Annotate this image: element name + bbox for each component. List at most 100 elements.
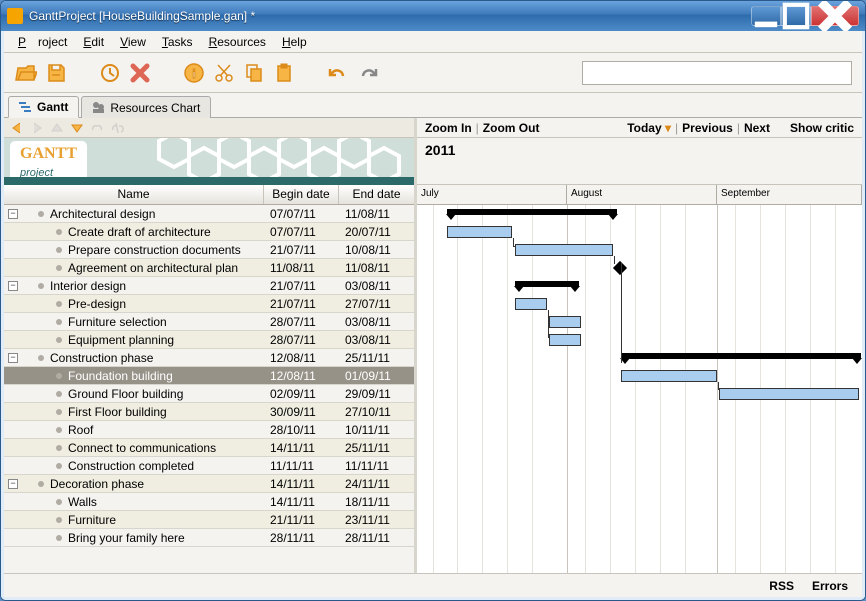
table-row[interactable]: Construction completed11/11/1111/11/11: [4, 457, 414, 475]
task-bar[interactable]: [549, 334, 581, 346]
nav-fwd-icon[interactable]: [30, 121, 44, 135]
collapse-toggle[interactable]: −: [8, 479, 18, 489]
end-date: 03/08/11: [339, 333, 414, 347]
table-row[interactable]: Prepare construction documents21/07/1110…: [4, 241, 414, 259]
nav-up-icon[interactable]: [50, 121, 64, 135]
close-button[interactable]: [811, 6, 859, 26]
save-button[interactable]: [44, 61, 68, 85]
bullet-icon: [38, 283, 44, 289]
task-name: Prepare construction documents: [68, 243, 241, 257]
delete-button[interactable]: [128, 61, 152, 85]
task-bar[interactable]: [515, 244, 613, 256]
end-date: 10/11/11: [339, 423, 414, 437]
table-row[interactable]: Bring your family here28/11/1128/11/11: [4, 529, 414, 547]
status-rss[interactable]: RSS: [769, 579, 794, 593]
table-row[interactable]: Ground Floor building02/09/1129/09/11: [4, 385, 414, 403]
bullet-icon: [56, 301, 62, 307]
table-row[interactable]: −Interior design21/07/1103/08/11: [4, 277, 414, 295]
menu-view[interactable]: View: [114, 33, 152, 51]
bullet-icon: [56, 373, 62, 379]
menu-project[interactable]: Project: [12, 33, 73, 51]
redo-button[interactable]: [356, 61, 380, 85]
month-header: July August September: [417, 185, 862, 205]
titlebar[interactable]: GanttProject [HouseBuildingSample.gan] *: [1, 1, 865, 31]
menu-help[interactable]: Help: [276, 33, 313, 51]
tab-resources[interactable]: Resources Chart: [81, 96, 211, 118]
today-button[interactable]: Today: [627, 121, 671, 135]
maximize-button[interactable]: [781, 6, 811, 26]
table-row[interactable]: −Architectural design07/07/1111/08/11: [4, 205, 414, 223]
task-name: First Floor building: [68, 405, 167, 419]
task-bar[interactable]: [719, 388, 859, 400]
task-bar[interactable]: [515, 298, 547, 310]
copy-icon: [243, 62, 265, 84]
undo-icon: [327, 62, 349, 84]
folder-open-icon: [15, 62, 37, 84]
minimize-button[interactable]: [751, 6, 781, 26]
table-row[interactable]: Roof28/10/1110/11/11: [4, 421, 414, 439]
search-input[interactable]: [582, 61, 852, 85]
table-row[interactable]: Foundation building12/08/1101/09/11: [4, 367, 414, 385]
splitter-left-icon[interactable]: [417, 118, 419, 138]
col-begin[interactable]: Begin date: [264, 185, 339, 204]
gantt-chart[interactable]: [417, 205, 862, 573]
summary-bar[interactable]: [515, 281, 579, 287]
table-row[interactable]: Furniture selection28/07/1103/08/11: [4, 313, 414, 331]
task-name: Create draft of architecture: [68, 225, 211, 239]
table-row[interactable]: Walls14/11/1118/11/11: [4, 493, 414, 511]
menu-resources[interactable]: Resources: [203, 33, 272, 51]
task-name: Furniture: [68, 513, 116, 527]
bullet-icon: [56, 427, 62, 433]
next-button[interactable]: Next: [744, 121, 770, 135]
show-critical-button[interactable]: Show critic: [790, 121, 854, 135]
copy-button[interactable]: [242, 61, 266, 85]
zoom-in-button[interactable]: Zoom In: [425, 121, 472, 135]
nav-back-icon[interactable]: [10, 121, 24, 135]
milestone[interactable]: [613, 261, 627, 275]
undo-button[interactable]: [326, 61, 350, 85]
app-icon: [7, 8, 23, 24]
table-row[interactable]: Connect to communications14/11/1125/11/1…: [4, 439, 414, 457]
table-row[interactable]: First Floor building30/09/1127/10/11: [4, 403, 414, 421]
nav-strip: [4, 118, 414, 138]
collapse-toggle[interactable]: −: [8, 281, 18, 291]
table-row[interactable]: Agreement on architectural plan11/08/111…: [4, 259, 414, 277]
zoom-out-button[interactable]: Zoom Out: [483, 121, 540, 135]
unlink-icon[interactable]: [110, 121, 124, 135]
summary-bar[interactable]: [621, 353, 861, 359]
previous-button[interactable]: Previous: [682, 121, 733, 135]
menu-edit[interactable]: Edit: [77, 33, 110, 51]
task-bar[interactable]: [621, 370, 717, 382]
menu-tasks[interactable]: Tasks: [156, 33, 199, 51]
status-errors[interactable]: Errors: [812, 579, 848, 593]
table-row[interactable]: Create draft of architecture07/07/1120/0…: [4, 223, 414, 241]
col-end[interactable]: End date: [339, 185, 414, 204]
open-button[interactable]: [14, 61, 38, 85]
cut-button[interactable]: [212, 61, 236, 85]
table-row[interactable]: −Decoration phase14/11/1124/11/11: [4, 475, 414, 493]
table-row[interactable]: Equipment planning28/07/1103/08/11: [4, 331, 414, 349]
task-name: Agreement on architectural plan: [68, 261, 238, 275]
timeline-panel: Zoom In | Zoom Out Today | Previous | Ne…: [417, 118, 862, 573]
col-name[interactable]: Name: [4, 185, 264, 204]
info-button[interactable]: i: [182, 61, 206, 85]
link-icon[interactable]: [90, 121, 104, 135]
table-body[interactable]: −Architectural design07/07/1111/08/11Cre…: [4, 205, 414, 573]
paste-button[interactable]: [272, 61, 296, 85]
nav-down-icon[interactable]: [70, 121, 84, 135]
tab-gantt[interactable]: Gantt: [8, 96, 79, 118]
task-bar[interactable]: [447, 226, 512, 238]
table-row[interactable]: Furniture21/11/1123/11/11: [4, 511, 414, 529]
summary-bar[interactable]: [447, 209, 617, 215]
month-july: July: [417, 185, 567, 204]
bullet-icon: [56, 445, 62, 451]
history-button[interactable]: [98, 61, 122, 85]
collapse-toggle[interactable]: −: [8, 209, 18, 219]
task-bar[interactable]: [549, 316, 581, 328]
collapse-toggle[interactable]: −: [8, 353, 18, 363]
begin-date: 28/10/11: [264, 423, 339, 437]
end-date: 18/11/11: [339, 495, 414, 509]
table-row[interactable]: −Construction phase12/08/1125/11/11: [4, 349, 414, 367]
table-row[interactable]: Pre-design21/07/1127/07/11: [4, 295, 414, 313]
end-date: 20/07/11: [339, 225, 414, 239]
